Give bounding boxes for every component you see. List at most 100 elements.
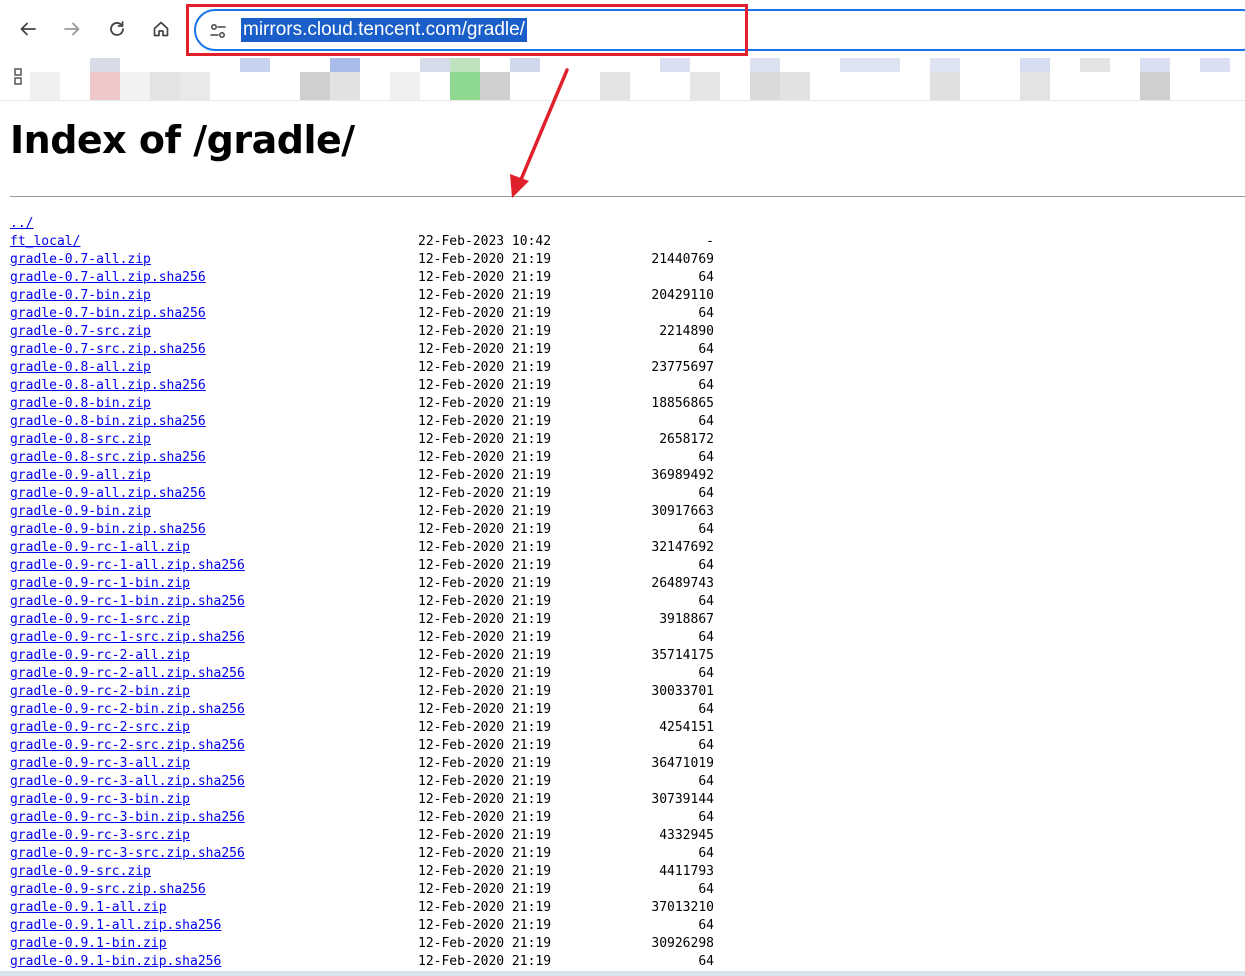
url-text[interactable]: mirrors.cloud.tencent.com/gradle/ <box>241 18 527 42</box>
file-date: 12-Feb-2020 21:19 <box>418 522 552 537</box>
file-link[interactable]: gradle-0.9-rc-2-src.zip.sha256 <box>10 737 245 755</box>
file-link[interactable]: gradle-0.9-rc-3-all.zip <box>10 755 190 773</box>
file-size: 30739144 <box>651 792 714 807</box>
page-title: Index of /gradle/ <box>10 118 355 162</box>
file-link[interactable]: gradle-0.9-rc-1-all.zip.sha256 <box>10 557 245 575</box>
file-link[interactable]: gradle-0.9-rc-2-all.zip.sha256 <box>10 665 245 683</box>
file-link[interactable]: gradle-0.9-all.zip <box>10 467 151 485</box>
listing-row: gradle-0.9-rc-2-all.zip.sha256 12-Feb-202… <box>10 665 1245 683</box>
file-link[interactable]: gradle-0.9.1-all.zip.sha256 <box>10 917 221 935</box>
file-date: 12-Feb-2020 21:19 <box>418 954 552 969</box>
reload-button[interactable] <box>100 12 134 46</box>
file-link[interactable]: gradle-0.9-rc-1-src.zip <box>10 611 190 629</box>
file-link[interactable]: ../ <box>10 215 33 233</box>
file-link[interactable]: gradle-0.9-rc-2-src.zip <box>10 719 190 737</box>
file-link[interactable]: gradle-0.9-src.zip <box>10 863 151 881</box>
file-date: 12-Feb-2020 21:19 <box>418 270 552 285</box>
file-date: 12-Feb-2020 21:19 <box>418 828 552 843</box>
home-button[interactable] <box>144 12 178 46</box>
file-size: 64 <box>698 918 714 933</box>
file-size: 18856865 <box>651 396 714 411</box>
reload-icon <box>110 21 124 36</box>
file-link[interactable]: gradle-0.8-bin.zip.sha256 <box>10 413 206 431</box>
file-link[interactable]: gradle-0.9-rc-2-bin.zip.sha256 <box>10 701 245 719</box>
site-info-button[interactable] <box>208 21 228 41</box>
file-size: 35714175 <box>651 648 714 663</box>
listing-row: gradle-0.9-src.zip.sha256 12-Feb-2020 21:… <box>10 881 1245 899</box>
listing-row: gradle-0.7-src.zip.sha256 12-Feb-2020 21:… <box>10 341 1245 359</box>
file-size: 64 <box>698 450 714 465</box>
file-size: 30917663 <box>651 504 714 519</box>
file-link[interactable]: gradle-0.9-rc-3-bin.zip.sha256 <box>10 809 245 827</box>
listing-row: ft_local/22-Feb-2023 10:42 - <box>10 233 1245 251</box>
file-link[interactable]: gradle-0.9-rc-2-all.zip <box>10 647 190 665</box>
file-date: 12-Feb-2020 21:19 <box>418 468 552 483</box>
file-link[interactable]: gradle-0.7-src.zip.sha256 <box>10 341 206 359</box>
file-link[interactable]: gradle-0.9.1-bin.zip <box>10 935 167 953</box>
file-date: 12-Feb-2020 21:19 <box>418 324 552 339</box>
apps-grid-icon[interactable] <box>12 67 28 87</box>
file-link[interactable]: gradle-0.9-rc-1-src.zip.sha256 <box>10 629 245 647</box>
listing-row: ../ <box>10 215 1245 233</box>
forward-button[interactable] <box>55 12 89 46</box>
browser-toolbar: mirrors.cloud.tencent.com/gradle/ <box>0 0 1245 58</box>
listing-row: gradle-0.7-all.zip 12-Feb-2020 21:19 21440… <box>10 251 1245 269</box>
file-link[interactable]: gradle-0.9-rc-1-bin.zip <box>10 575 190 593</box>
file-date: 12-Feb-2020 21:19 <box>418 342 552 357</box>
file-link[interactable]: gradle-0.9-rc-3-all.zip.sha256 <box>10 773 245 791</box>
back-button[interactable] <box>11 12 45 46</box>
file-link[interactable]: gradle-0.9-src.zip.sha256 <box>10 881 206 899</box>
listing-row: gradle-0.9-rc-3-bin.zip 12-Feb-2020 21:19… <box>10 791 1245 809</box>
listing-row: gradle-0.9-rc-3-src.zip.sha256 12-Feb-202… <box>10 845 1245 863</box>
listing-row: gradle-0.9.1-bin.zip 12-Feb-2020 21:19 309… <box>10 935 1245 953</box>
file-link[interactable]: ft_local/ <box>10 233 80 251</box>
file-link[interactable]: gradle-0.8-src.zip.sha256 <box>10 449 206 467</box>
file-date: 12-Feb-2020 21:19 <box>418 918 552 933</box>
file-link[interactable]: gradle-0.9-rc-3-src.zip <box>10 827 190 845</box>
file-link[interactable]: gradle-0.9-rc-3-src.zip.sha256 <box>10 845 245 863</box>
address-bar[interactable]: mirrors.cloud.tencent.com/gradle/ <box>194 9 1245 51</box>
file-date: 12-Feb-2020 21:19 <box>418 666 552 681</box>
file-link[interactable]: gradle-0.7-all.zip <box>10 251 151 269</box>
file-date: 12-Feb-2020 21:19 <box>418 864 552 879</box>
file-size: 64 <box>698 486 714 501</box>
file-size: 4411793 <box>659 864 714 879</box>
file-link[interactable]: gradle-0.9-rc-3-bin.zip <box>10 791 190 809</box>
file-link[interactable]: gradle-0.9-bin.zip <box>10 503 151 521</box>
file-size: 2214890 <box>659 324 714 339</box>
file-link[interactable]: gradle-0.9-bin.zip.sha256 <box>10 521 206 539</box>
file-date: 12-Feb-2020 21:19 <box>418 774 552 789</box>
file-size: 4332945 <box>659 828 714 843</box>
file-date: 12-Feb-2020 21:19 <box>418 720 552 735</box>
file-link[interactable]: gradle-0.8-all.zip <box>10 359 151 377</box>
file-link[interactable]: gradle-0.7-bin.zip.sha256 <box>10 305 206 323</box>
file-link[interactable]: gradle-0.9-rc-2-bin.zip <box>10 683 190 701</box>
file-size: 4254151 <box>659 720 714 735</box>
file-link[interactable]: gradle-0.8-all.zip.sha256 <box>10 377 206 395</box>
file-size: 21440769 <box>651 252 714 267</box>
file-link[interactable]: gradle-0.8-bin.zip <box>10 395 151 413</box>
file-link[interactable]: gradle-0.9.1-all.zip <box>10 899 167 917</box>
file-date: 12-Feb-2020 21:19 <box>418 414 552 429</box>
file-link[interactable]: gradle-0.9.1-bin.zip.sha256 <box>10 953 221 971</box>
file-link[interactable]: gradle-0.9-rc-1-all.zip <box>10 539 190 557</box>
file-link[interactable]: gradle-0.9-rc-1-bin.zip.sha256 <box>10 593 245 611</box>
file-date: 12-Feb-2020 21:19 <box>418 576 552 591</box>
directory-listing: ../ft_local/22-Feb-2023 10:42 - gradle-0.7… <box>10 215 1245 971</box>
file-size: 26489743 <box>651 576 714 591</box>
file-link[interactable]: gradle-0.8-src.zip <box>10 431 151 449</box>
file-size: 64 <box>698 270 714 285</box>
listing-row: gradle-0.7-bin.zip.sha256 12-Feb-2020 21:… <box>10 305 1245 323</box>
listing-row: gradle-0.9-rc-3-bin.zip.sha256 12-Feb-202… <box>10 809 1245 827</box>
file-link[interactable]: gradle-0.7-all.zip.sha256 <box>10 269 206 287</box>
listing-row: gradle-0.9-rc-1-src.zip 12-Feb-2020 21:19… <box>10 611 1245 629</box>
listing-row: gradle-0.9-rc-1-src.zip.sha256 12-Feb-202… <box>10 629 1245 647</box>
file-link[interactable]: gradle-0.7-src.zip <box>10 323 151 341</box>
tune-icon <box>210 24 226 38</box>
file-link[interactable]: gradle-0.7-bin.zip <box>10 287 151 305</box>
file-date: 12-Feb-2020 21:19 <box>418 792 552 807</box>
file-size: 64 <box>698 378 714 393</box>
listing-row: gradle-0.9-rc-3-all.zip.sha256 12-Feb-202… <box>10 773 1245 791</box>
file-date: 12-Feb-2020 21:19 <box>418 810 552 825</box>
file-link[interactable]: gradle-0.9-all.zip.sha256 <box>10 485 206 503</box>
